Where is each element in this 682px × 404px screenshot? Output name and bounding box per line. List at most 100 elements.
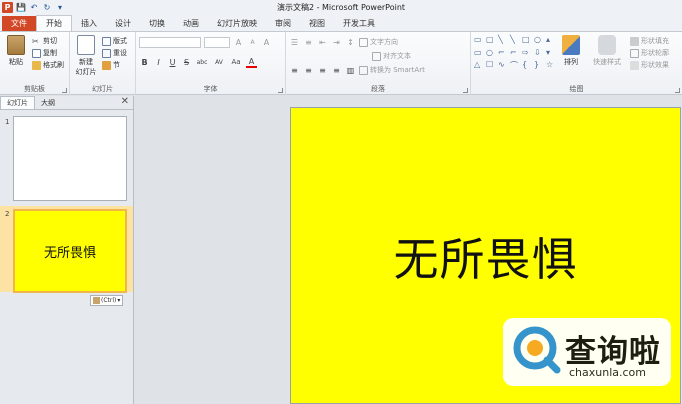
customize-qat-icon[interactable]: ▾	[55, 3, 65, 13]
copy-button[interactable]: 复制	[32, 47, 64, 59]
save-icon[interactable]: 💾	[16, 3, 26, 13]
line-shape-icon[interactable]: ╲	[498, 35, 508, 46]
quick-styles-icon	[598, 35, 616, 55]
title-bar: P 💾 ↶ ↻ ▾ 演示文稿2 - Microsoft PowerPoint	[0, 0, 682, 15]
powerpoint-app-icon[interactable]: P	[2, 2, 13, 13]
convert-smartart-button[interactable]: 转换为 SmartArt	[359, 64, 425, 76]
tab-review[interactable]: 审阅	[266, 16, 300, 31]
tab-animations[interactable]: 动画	[174, 16, 208, 31]
increase-indent-icon[interactable]: ⇥	[331, 37, 342, 48]
effects-icon	[630, 60, 639, 70]
shape-effects-label: 形状效果	[641, 61, 669, 69]
align-left-icon[interactable]: ≡	[289, 65, 300, 76]
shape-effects-button[interactable]: 形状效果	[630, 59, 669, 71]
slide-title-text[interactable]: 无所畏惧	[393, 223, 577, 288]
font-color-button[interactable]: A	[246, 57, 257, 68]
font-launcher-icon[interactable]	[278, 88, 283, 93]
paragraph-group: ☰ ≡ ⇤ ⇥ ↕ 文字方向 对齐文本 ≡ ≡ ≡ ≡ ▥ 转换为 SmartA…	[286, 32, 471, 95]
tab-insert[interactable]: 插入	[72, 16, 106, 31]
paragraph-launcher-icon[interactable]	[463, 88, 468, 93]
numbering-icon[interactable]: ≡	[303, 37, 314, 48]
bold-button[interactable]: B	[139, 57, 150, 68]
new-slide-button[interactable]: 新建 幻灯片	[73, 35, 99, 77]
text-shadow-button[interactable]: abc	[195, 57, 209, 68]
shapes-gallery[interactable]: ▭ ▢ ╲ ╲ □ ○ ▴ ▭ ○ ⌐ ⌐ ⇨ ⇩ ▾ △ ☐ ∿ ⌒{} ☆	[474, 35, 554, 73]
grow-font-icon[interactable]: A	[233, 37, 244, 48]
slide-number-1: 1	[5, 118, 10, 126]
justify-icon[interactable]: ≡	[331, 65, 342, 76]
section-button[interactable]: 节	[102, 59, 127, 71]
shape-fill-button[interactable]: 形状填充	[630, 35, 669, 47]
curve-shape-icon[interactable]: ∿	[498, 60, 508, 73]
cut-button[interactable]: ✂ 剪切	[32, 35, 64, 47]
font-name-combo[interactable]	[139, 36, 201, 48]
expand-shapes-icon[interactable]: ▾	[546, 48, 556, 59]
tab-outline[interactable]: 大纲	[35, 96, 61, 109]
callout-shape-icon[interactable]: ☐	[486, 60, 496, 73]
paste-button[interactable]: 粘贴	[3, 35, 29, 71]
tab-view[interactable]: 视图	[300, 16, 334, 31]
drawing-launcher-icon[interactable]	[675, 88, 680, 93]
underline-button[interactable]: U	[167, 57, 178, 68]
paste-options-button[interactable]: (Ctrl) ▾	[90, 295, 124, 306]
close-icon[interactable]: ✕	[121, 96, 129, 107]
arrow-shape-icon[interactable]: ⇨	[522, 48, 532, 59]
tab-slideshow[interactable]: 幻灯片放映	[208, 16, 266, 31]
strike-button[interactable]: S	[181, 57, 192, 68]
star-shape-icon[interactable]: ☆	[546, 60, 556, 73]
triangle-shape-icon[interactable]: △	[474, 60, 484, 73]
line2-shape-icon[interactable]: ╲	[510, 35, 520, 46]
outline-icon	[630, 48, 639, 58]
change-case-button[interactable]: Aa	[229, 57, 243, 68]
tab-design[interactable]: 设计	[106, 16, 140, 31]
align-center-icon[interactable]: ≡	[303, 65, 314, 76]
tab-developer[interactable]: 开发工具	[334, 16, 384, 31]
char-spacing-button[interactable]: AV	[212, 57, 226, 68]
elbow-shape-icon[interactable]: ⌐	[498, 48, 508, 59]
oval-shape-icon[interactable]: ○	[486, 48, 496, 59]
align-text-button[interactable]: 对齐文本	[372, 50, 411, 62]
text-direction-button[interactable]: 文字方向	[359, 36, 398, 48]
align-right-icon[interactable]: ≡	[317, 65, 328, 76]
font-size-combo[interactable]	[204, 36, 230, 48]
undo-icon[interactable]: ↶	[29, 3, 39, 13]
redo-icon[interactable]: ↻	[42, 3, 52, 13]
square-shape-icon[interactable]: □	[522, 35, 532, 46]
quick-styles-button[interactable]: 快速样式	[588, 35, 626, 73]
brace2-shape-icon[interactable]: }	[534, 60, 544, 73]
align-text-icon	[372, 51, 381, 61]
window-title: 演示文稿2 - Microsoft PowerPoint	[276, 3, 406, 12]
columns-icon[interactable]: ▥	[345, 65, 356, 76]
textbox-shape-icon[interactable]: ▭	[474, 35, 484, 46]
circle-shape-icon[interactable]: ○	[534, 35, 544, 46]
shape-outline-button[interactable]: 形状轮廓	[630, 47, 669, 59]
format-painter-button[interactable]: 格式刷	[32, 59, 64, 71]
decrease-indent-icon[interactable]: ⇤	[317, 37, 328, 48]
paragraph-group-label: 段落	[371, 85, 385, 93]
tab-file[interactable]: 文件	[2, 16, 36, 31]
tab-transitions[interactable]: 切换	[140, 16, 174, 31]
italic-button[interactable]: I	[153, 57, 164, 68]
brace-shape-icon[interactable]: {	[522, 60, 532, 73]
tab-slides[interactable]: 幻灯片	[0, 96, 35, 109]
layout-button[interactable]: 版式	[102, 35, 127, 47]
tab-home[interactable]: 开始	[36, 15, 72, 31]
rect2-shape-icon[interactable]: ▭	[474, 48, 484, 59]
rect-shape-icon[interactable]: ▢	[486, 35, 496, 46]
curve2-shape-icon[interactable]: ⌒	[510, 60, 520, 73]
arrow2-shape-icon[interactable]: ⇩	[534, 48, 544, 59]
clear-format-icon[interactable]: A	[261, 37, 272, 48]
clipboard-launcher-icon[interactable]	[62, 88, 67, 93]
more-shapes-icon[interactable]: ▴	[546, 35, 556, 46]
elbow2-shape-icon[interactable]: ⌐	[510, 48, 520, 59]
bullets-icon[interactable]: ☰	[289, 37, 300, 48]
line-spacing-icon[interactable]: ↕	[345, 37, 356, 48]
reset-icon	[102, 48, 111, 58]
text-direction-icon	[359, 37, 368, 47]
shrink-font-icon[interactable]: A	[247, 37, 258, 48]
reset-button[interactable]: 重设	[102, 47, 127, 59]
slide-thumbnail-2[interactable]: 无所畏惧	[13, 209, 127, 293]
font-group-label: 字体	[203, 85, 218, 93]
arrange-button[interactable]: 排列	[558, 35, 584, 73]
slide-thumbnail-1[interactable]	[13, 116, 127, 201]
